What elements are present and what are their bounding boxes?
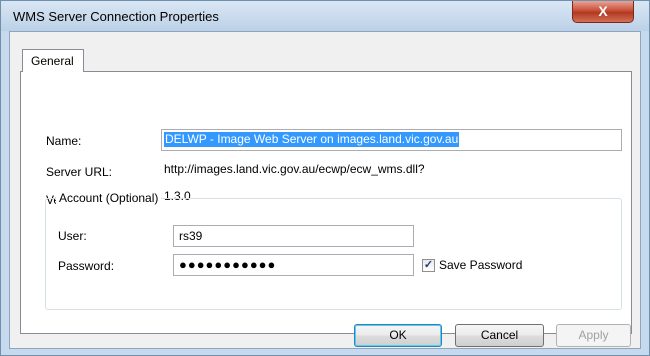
close-icon: X — [598, 3, 608, 19]
account-groupbox: Account (Optional) User: rs39 Password: … — [45, 191, 622, 310]
name-input-value: DELWP - Image Web Server on images.land.… — [164, 132, 460, 147]
dialog-client-area: General Name: DELWP - Image Web Server o… — [9, 31, 641, 349]
server-url-label: Server URL: — [46, 165, 113, 179]
name-label: Name: — [46, 134, 82, 148]
close-button[interactable]: X — [572, 1, 634, 23]
title-bar[interactable]: WMS Server Connection Properties X — [1, 1, 649, 31]
user-input[interactable]: rs39 — [173, 225, 414, 247]
save-password-checkbox[interactable]: ✓ — [422, 259, 435, 272]
account-group-legend: Account (Optional) — [56, 191, 162, 205]
user-label: User: — [58, 229, 87, 243]
server-url-value: http://images.land.vic.gov.au/ecwp/ecw_w… — [164, 162, 425, 176]
apply-button[interactable]: Apply — [556, 324, 631, 347]
window-title: WMS Server Connection Properties — [13, 9, 219, 24]
save-password-label: Save Password — [439, 258, 523, 272]
cancel-button[interactable]: Cancel — [455, 324, 544, 347]
dialog-window: WMS Server Connection Properties X Gener… — [0, 0, 650, 356]
password-mask: ●●●●●●●●●●● — [179, 257, 277, 272]
checkmark-icon: ✓ — [423, 259, 434, 271]
tab-general-label: General — [31, 54, 74, 68]
password-input[interactable]: ●●●●●●●●●●● — [173, 254, 414, 276]
user-input-value: rs39 — [179, 229, 203, 243]
tab-general[interactable]: General — [22, 49, 84, 72]
password-label: Password: — [58, 259, 115, 273]
ok-button[interactable]: OK — [354, 324, 442, 347]
name-input[interactable]: DELWP - Image Web Server on images.land.… — [161, 129, 622, 151]
